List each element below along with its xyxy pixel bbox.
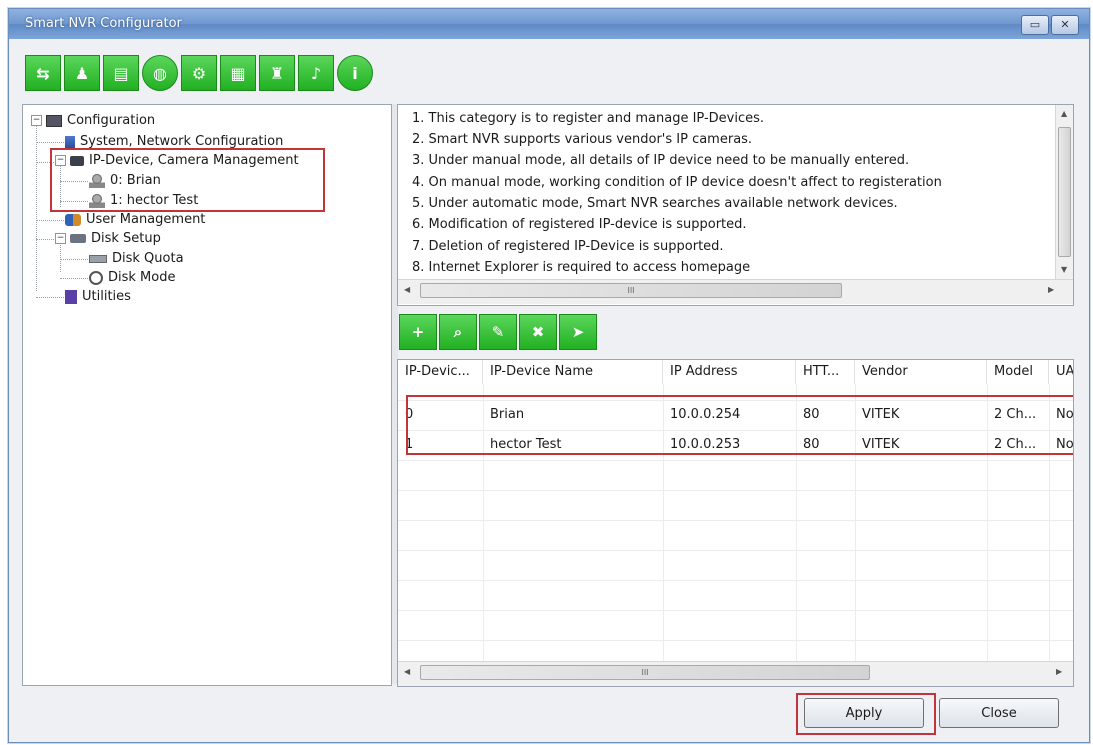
report-icon[interactable]: ▦ xyxy=(220,55,256,91)
tree-item-disk-quota[interactable]: Disk Quota xyxy=(89,251,184,266)
scroll-thumb[interactable]: III xyxy=(420,665,870,680)
network-icon xyxy=(65,135,75,148)
tree-label: Utilities xyxy=(82,289,131,304)
add-device-icon[interactable]: + xyxy=(399,314,437,350)
minimize-button[interactable]: ▭ xyxy=(1021,15,1049,35)
column-header[interactable]: Model xyxy=(987,360,1049,384)
column-header[interactable]: IP-Devic... xyxy=(398,360,483,384)
network-icon[interactable]: ⇆ xyxy=(25,55,61,91)
tree-label: User Management xyxy=(86,212,206,227)
scroll-right-icon[interactable]: ▶ xyxy=(1048,285,1054,294)
info-line: 5. Under automatic mode, Smart NVR searc… xyxy=(412,196,898,211)
close-window-button[interactable]: ✕ xyxy=(1051,15,1079,35)
tree-item-system-network[interactable]: System, Network Configuration xyxy=(65,134,283,149)
device-table[interactable]: IP-Devic... IP-Device Name IP Address HT… xyxy=(397,359,1074,687)
column-header[interactable]: IP Address xyxy=(663,360,796,384)
disk-icon xyxy=(70,234,86,243)
info-line: 4. On manual mode, working condition of … xyxy=(412,175,942,190)
alarm-bell-icon[interactable]: ♪ xyxy=(298,55,334,91)
info-horizontal-scrollbar[interactable]: ◀ III ▶ xyxy=(398,279,1073,304)
tree-item-disk-setup[interactable]: − Disk Setup xyxy=(55,231,161,246)
info-panel: 1. This category is to register and mana… xyxy=(397,104,1074,306)
tree-label: Disk Quota xyxy=(112,251,184,266)
main-window: Smart NVR Configurator ▭ ✕ ⇆ ♟ ▤ ◍ ⚙ ▦ ♜… xyxy=(8,8,1090,743)
info-line: 2. Smart NVR supports various vendor's I… xyxy=(412,132,753,147)
highlight-box xyxy=(50,148,325,212)
tree-label: System, Network Configuration xyxy=(80,134,284,149)
delete-device-icon[interactable]: ✖ xyxy=(519,314,557,350)
tree-item-disk-mode[interactable]: Disk Mode xyxy=(89,270,175,285)
column-header[interactable]: Vendor xyxy=(855,360,987,384)
tree-label: Disk Setup xyxy=(91,231,161,246)
tree-item-configuration[interactable]: − Configuration xyxy=(31,113,155,128)
column-header[interactable]: HTT... xyxy=(796,360,855,384)
main-toolbar: ⇆ ♟ ▤ ◍ ⚙ ▦ ♜ ♪ i xyxy=(25,55,376,92)
tree-label: Disk Mode xyxy=(108,270,176,285)
info-line: 7. Deletion of registered IP-Device is s… xyxy=(412,239,724,254)
disk-mode-icon xyxy=(89,270,103,285)
info-line: 1. This category is to register and mana… xyxy=(412,111,765,126)
disk-quota-icon xyxy=(89,254,107,263)
device-toolbar: + ⌕ ✎ ✖ ➤ xyxy=(399,314,599,350)
tree-item-utilities[interactable]: Utilities xyxy=(65,289,131,304)
search-device-icon[interactable]: ⌕ xyxy=(439,314,477,350)
info-line: 8. Internet Explorer is required to acce… xyxy=(412,260,751,275)
scroll-left-icon[interactable]: ◀ xyxy=(404,667,410,676)
info-vertical-scrollbar[interactable]: ▲ ▼ xyxy=(1055,105,1073,279)
apply-button[interactable]: Apply xyxy=(804,698,924,728)
info-icon[interactable]: i xyxy=(337,55,373,91)
table-horizontal-scrollbar[interactable]: ◀ III ▶ xyxy=(398,661,1073,686)
user-icon[interactable]: ♟ xyxy=(64,55,100,91)
device-settings-icon[interactable]: ⚙ xyxy=(181,55,217,91)
edit-device-icon[interactable]: ✎ xyxy=(479,314,517,350)
window-title: Smart NVR Configurator xyxy=(25,16,182,31)
move-device-icon[interactable]: ➤ xyxy=(559,314,597,350)
globe-icon[interactable]: ◍ xyxy=(142,55,178,91)
collapse-icon[interactable]: − xyxy=(31,115,42,126)
utilities-icon xyxy=(65,289,77,304)
users-icon xyxy=(65,213,81,226)
title-bar[interactable]: Smart NVR Configurator ▭ ✕ xyxy=(9,9,1089,39)
config-icon xyxy=(46,114,62,127)
collapse-icon[interactable]: − xyxy=(55,233,66,244)
configuration-tree[interactable]: − Configuration System, Network Configur… xyxy=(22,104,392,686)
info-line: 6. Modification of registered IP-device … xyxy=(412,217,747,232)
close-button[interactable]: Close xyxy=(939,698,1059,728)
user-settings-icon[interactable]: ♜ xyxy=(259,55,295,91)
scroll-right-icon[interactable]: ▶ xyxy=(1056,667,1062,676)
highlight-box xyxy=(406,395,1073,455)
scroll-thumb[interactable]: III xyxy=(420,283,842,298)
column-header[interactable]: UA xyxy=(1049,360,1073,384)
tree-item-user-management[interactable]: User Management xyxy=(65,212,205,227)
scroll-left-icon[interactable]: ◀ xyxy=(404,285,410,294)
scroll-down-icon[interactable]: ▼ xyxy=(1061,265,1067,274)
scroll-thumb[interactable] xyxy=(1058,127,1071,257)
scroll-up-icon[interactable]: ▲ xyxy=(1061,109,1067,118)
info-line: 3. Under manual mode, all details of IP … xyxy=(412,153,910,168)
tree-label: Configuration xyxy=(67,113,156,128)
disk-icon[interactable]: ▤ xyxy=(103,55,139,91)
column-header[interactable]: IP-Device Name xyxy=(483,360,663,384)
